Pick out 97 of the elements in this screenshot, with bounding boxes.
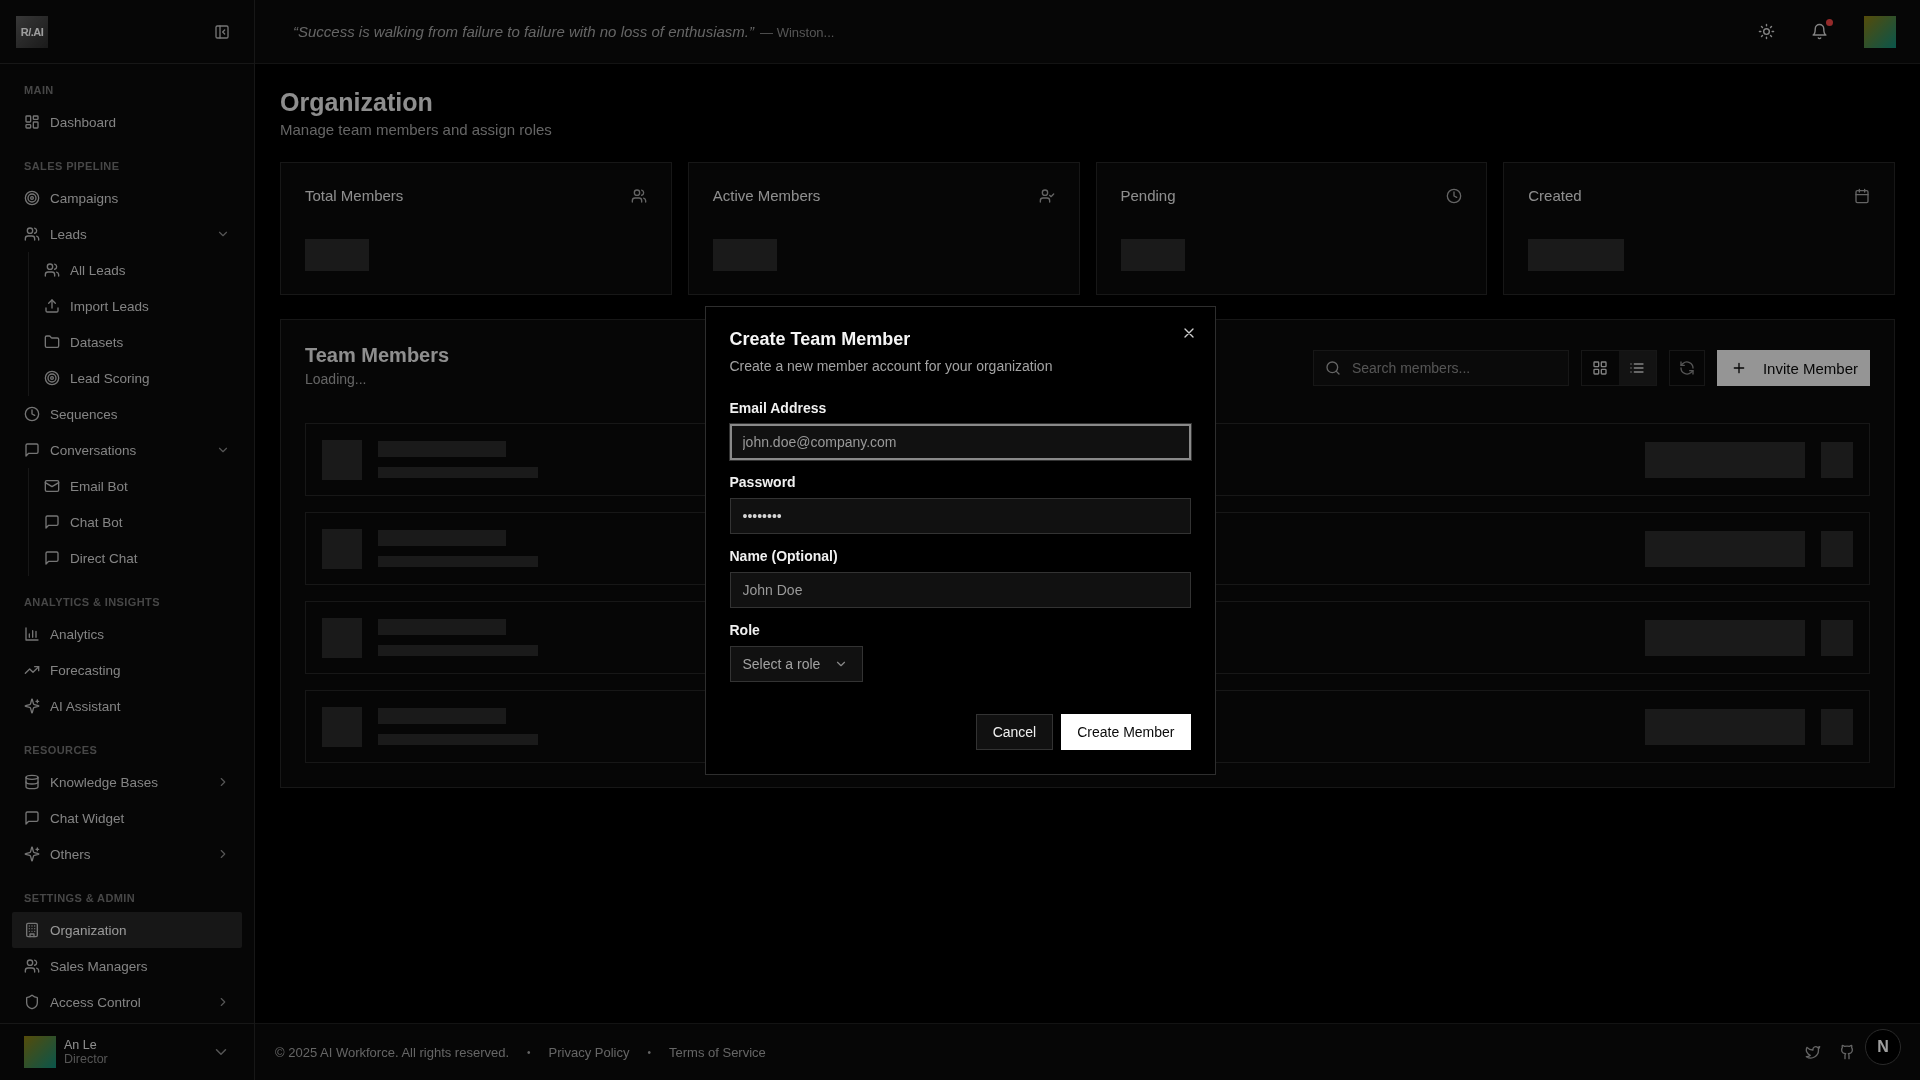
list-icon xyxy=(1629,360,1646,376)
user-check-icon xyxy=(1038,187,1055,204)
field-label: Name (Optional) xyxy=(729,547,838,564)
refresh-icon xyxy=(1678,360,1695,376)
page-subtitle: Manage team members and assign roles xyxy=(280,121,553,138)
shield-icon xyxy=(24,994,40,1010)
search-field[interactable]: Search members... xyxy=(1312,350,1569,386)
chat-bubble-icon xyxy=(44,550,60,566)
sun-icon[interactable] xyxy=(1758,23,1775,40)
database-icon xyxy=(24,774,40,790)
field-label: Role xyxy=(729,621,760,638)
grid-icon xyxy=(1592,360,1609,376)
footer-link[interactable]: Privacy Policy xyxy=(548,1044,630,1060)
grid-icon xyxy=(24,114,40,130)
sidebar-item[interactable]: Analytics xyxy=(12,616,242,652)
page-title: Organization xyxy=(280,88,434,117)
sidebar-item[interactable]: AI Assistant xyxy=(12,688,242,724)
section-heading: MAIN xyxy=(23,83,55,98)
folder-icon xyxy=(44,334,60,350)
sidebar-item[interactable]: Sequences xyxy=(12,396,242,432)
avatar xyxy=(24,1036,56,1068)
user-name: An Le xyxy=(64,1038,98,1052)
sidebar-item[interactable]: Campaigns xyxy=(12,180,242,216)
section-heading: SALES PIPELINE xyxy=(23,159,121,174)
quote-text: “Success is walking from failure to failure with no loss of enthusiasm.” xyxy=(293,22,754,40)
copyright-text: © 2025 AI Workforce. All rights reserved. xyxy=(275,1044,510,1060)
bell-icon[interactable] xyxy=(1811,23,1828,40)
sidebar-item[interactable]: Knowledge Bases xyxy=(12,764,242,800)
field-label: Password xyxy=(729,473,796,490)
calendar-icon xyxy=(1854,187,1870,204)
quote-author: — Winston... xyxy=(760,24,835,40)
section-heading: RESOURCES xyxy=(23,743,99,758)
upload-icon xyxy=(44,298,60,314)
users-icon xyxy=(24,226,40,242)
input-field[interactable]: •••••••• xyxy=(729,497,1191,534)
refresh-button[interactable] xyxy=(1668,350,1705,386)
sidebar-item[interactable]: Conversations xyxy=(12,432,242,468)
create-member-button[interactable]: Create Member xyxy=(1061,713,1191,750)
cancel-button[interactable]: Cancel xyxy=(975,713,1054,750)
sidebar-item[interactable]: Leads xyxy=(12,216,242,252)
invite-member-button[interactable]: Invite Member xyxy=(1716,350,1870,386)
list-view-button[interactable] xyxy=(1618,351,1656,385)
avatar[interactable] xyxy=(1864,15,1896,48)
role-select[interactable]: Select a role xyxy=(729,645,864,682)
sidebar-item[interactable]: Organization xyxy=(12,912,242,948)
user-role: Director xyxy=(64,1052,109,1066)
target-icon xyxy=(24,190,40,206)
panel-title: Team Members xyxy=(305,344,450,367)
footer-link[interactable]: Terms of Service xyxy=(669,1044,766,1060)
stat-title: Active Members xyxy=(712,187,821,204)
loading-text: Loading... xyxy=(305,371,368,387)
section-heading: SETTINGS & ADMIN xyxy=(23,891,137,906)
sidebar-item[interactable]: Chat Bot xyxy=(41,504,242,540)
separator-dot: • xyxy=(647,1046,651,1058)
clock-icon xyxy=(1446,187,1463,204)
sidebar-item[interactable]: Forecasting xyxy=(12,652,242,688)
sidebar-item[interactable]: Dashboard xyxy=(12,104,242,140)
input-field[interactable]: john.doe@company.com xyxy=(729,423,1191,460)
field-label: Email Address xyxy=(729,399,827,416)
search-icon xyxy=(1324,360,1341,376)
sidebar-item[interactable]: Email Bot xyxy=(41,468,242,504)
dev-badge[interactable]: N xyxy=(1865,1029,1901,1065)
bird-icon[interactable] xyxy=(1805,1044,1821,1060)
sidebar-item[interactable]: Others xyxy=(12,836,242,872)
sidebar-item[interactable]: Access Control xyxy=(12,984,242,1020)
users-icon xyxy=(630,187,647,204)
dialog-title: Create Team Member xyxy=(729,328,912,350)
mail-icon xyxy=(44,478,60,494)
cat-icon[interactable] xyxy=(1839,1044,1855,1060)
sidebar-item[interactable]: All Leads xyxy=(41,252,242,288)
sidebar-item[interactable]: Direct Chat xyxy=(41,540,242,576)
users-icon xyxy=(44,262,60,278)
clock-icon xyxy=(24,406,40,422)
building-icon xyxy=(24,922,40,938)
chat-bubble-icon xyxy=(44,514,60,530)
sparkles-icon xyxy=(24,846,40,862)
sidebar-item[interactable]: Lead Scoring xyxy=(41,360,242,396)
stat-title: Created xyxy=(1528,187,1582,204)
chat-bubble-icon xyxy=(24,810,40,826)
logo: R/.AI xyxy=(16,15,48,48)
sidebar-item[interactable]: Datasets xyxy=(41,324,242,360)
user-menu[interactable]: An Le Director xyxy=(0,1023,254,1080)
input-field[interactable]: John Doe xyxy=(729,571,1191,608)
separator-dot: • xyxy=(527,1046,531,1058)
sidebar-item[interactable]: Import Leads xyxy=(41,288,242,324)
sidebar-toggle-icon[interactable] xyxy=(214,23,230,40)
chat-bubble-icon xyxy=(24,442,40,458)
target-icon xyxy=(44,370,60,386)
users-icon xyxy=(24,958,40,974)
sidebar-item[interactable]: Chat Widget xyxy=(12,800,242,836)
section-heading: ANALYTICS & INSIGHTS xyxy=(23,595,161,610)
stat-title: Pending xyxy=(1120,187,1176,204)
bar-chart-icon xyxy=(24,626,40,642)
sparkles-icon xyxy=(24,698,40,714)
stat-title: Total Members xyxy=(305,187,404,204)
sidebar-item[interactable]: Sales Managers xyxy=(12,948,242,984)
dialog-description: Create a new member account for your organization xyxy=(729,357,1054,374)
